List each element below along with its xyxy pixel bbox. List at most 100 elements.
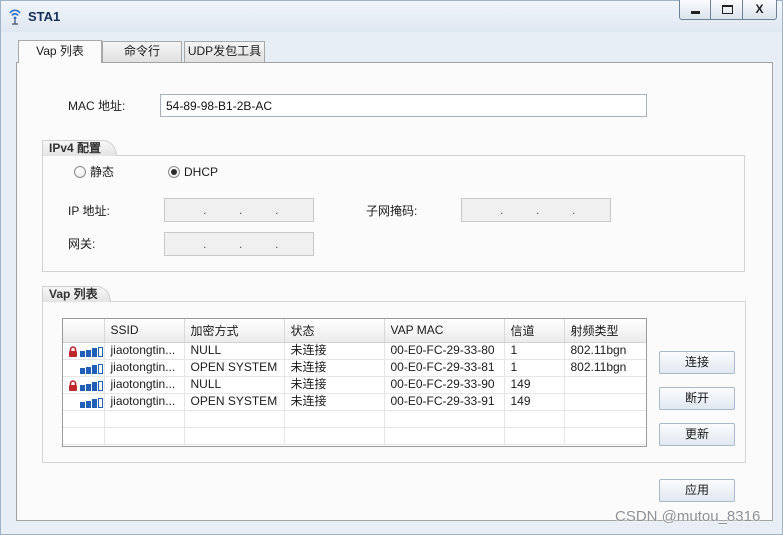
column-header-channel[interactable]: 信道 <box>504 319 565 343</box>
table-header-row: SSID 加密方式 状态 VAP MAC 信道 射频类型 <box>63 319 646 343</box>
minimize-button[interactable] <box>679 0 711 20</box>
empty-cell <box>384 410 505 428</box>
empty-cell <box>63 427 105 445</box>
cell-status: 未连接 <box>284 393 385 411</box>
gateway-field[interactable]: . . . <box>164 232 314 256</box>
column-header-status[interactable]: 状态 <box>284 319 385 343</box>
column-header-encryption[interactable]: 加密方式 <box>184 319 285 343</box>
row-icons <box>63 359 105 377</box>
window-title: STA1 <box>28 9 61 24</box>
watermark: CSDN @mutou_8316 <box>615 508 761 525</box>
title-bar[interactable] <box>1 1 782 32</box>
dhcp-radio-label[interactable]: DHCP <box>184 165 218 179</box>
row-icons <box>63 393 105 411</box>
lock-icon <box>69 345 77 357</box>
disconnect-button[interactable]: 断开 <box>659 387 735 410</box>
row-icons <box>63 376 105 394</box>
cell-channel: 149 <box>504 393 565 411</box>
ipv4-group-title: IPv4 配置 <box>42 140 117 156</box>
column-header-ssid[interactable]: SSID <box>104 319 185 343</box>
ip-separator: . <box>536 203 540 217</box>
cell-radio-type <box>564 376 646 394</box>
table-row-empty <box>63 427 646 445</box>
ip-separator: . <box>203 237 207 251</box>
empty-cell <box>564 427 646 445</box>
cell-vap-mac: 00-E0-FC-29-33-91 <box>384 393 505 411</box>
ip-separator: . <box>500 203 504 217</box>
empty-cell <box>564 410 646 428</box>
table-row-empty <box>63 410 646 428</box>
dhcp-radio[interactable] <box>168 166 180 178</box>
signal-strength-icon <box>80 346 103 357</box>
subnet-mask-field[interactable]: . . . <box>461 198 611 222</box>
ip-separator: . <box>239 203 243 217</box>
cell-ssid: jiaotongtin... <box>104 359 185 377</box>
tab-udp-tool[interactable]: UDP发包工具 <box>184 41 265 62</box>
signal-strength-icon <box>80 397 103 408</box>
cell-channel: 149 <box>504 376 565 394</box>
column-header-vap-mac[interactable]: VAP MAC <box>384 319 505 343</box>
ip-separator: . <box>275 237 279 251</box>
maximize-button[interactable] <box>710 0 743 20</box>
table-row[interactable]: jiaotongtin... OPEN SYSTEM 未连接 00-E0-FC-… <box>63 359 646 377</box>
vap-table[interactable]: SSID 加密方式 状态 VAP MAC 信道 射频类型 jiaotongtin… <box>62 318 647 447</box>
empty-cell <box>104 410 185 428</box>
cell-encryption: OPEN SYSTEM <box>184 393 285 411</box>
table-row[interactable]: jiaotongtin... NULL 未连接 00-E0-FC-29-33-8… <box>63 342 646 360</box>
signal-strength-icon <box>80 380 103 391</box>
empty-cell <box>504 427 565 445</box>
column-header-radio-type[interactable]: 射频类型 <box>564 319 646 343</box>
tab-command-line[interactable]: 命令行 <box>102 41 182 62</box>
cell-radio-type <box>564 393 646 411</box>
empty-cell <box>184 410 285 428</box>
gateway-label: 网关: <box>68 237 96 251</box>
cell-channel: 1 <box>504 359 565 377</box>
empty-cell <box>63 410 105 428</box>
ip-separator: . <box>203 203 207 217</box>
row-icons <box>63 342 105 360</box>
vap-group-title: Vap 列表 <box>42 286 111 302</box>
cell-ssid: jiaotongtin... <box>104 393 185 411</box>
empty-cell <box>504 410 565 428</box>
cell-vap-mac: 00-E0-FC-29-33-90 <box>384 376 505 394</box>
static-radio[interactable] <box>74 166 86 178</box>
minimize-icon <box>691 11 700 14</box>
mac-address-field[interactable] <box>160 94 647 117</box>
tab-vap-list[interactable]: Vap 列表 <box>18 40 102 63</box>
cell-ssid: jiaotongtin... <box>104 342 185 360</box>
cell-vap-mac: 00-E0-FC-29-33-81 <box>384 359 505 377</box>
mac-label: MAC 地址: <box>68 99 126 113</box>
cell-status: 未连接 <box>284 376 385 394</box>
static-radio-label[interactable]: 静态 <box>90 165 114 179</box>
connect-button[interactable]: 连接 <box>659 351 735 374</box>
cell-status: 未连接 <box>284 342 385 360</box>
cell-ssid: jiaotongtin... <box>104 376 185 394</box>
refresh-button[interactable]: 更新 <box>659 423 735 446</box>
maximize-icon <box>722 5 733 14</box>
empty-cell <box>184 427 285 445</box>
cell-encryption: NULL <box>184 342 285 360</box>
cell-radio-type: 802.11bgn <box>564 342 646 360</box>
empty-cell <box>384 427 505 445</box>
ip-separator: . <box>572 203 576 217</box>
empty-cell <box>284 410 385 428</box>
apply-button[interactable]: 应用 <box>659 479 735 502</box>
subnet-mask-label: 子网掩码: <box>366 204 418 218</box>
empty-cell <box>284 427 385 445</box>
table-row[interactable]: jiaotongtin... OPEN SYSTEM 未连接 00-E0-FC-… <box>63 393 646 411</box>
cell-encryption: OPEN SYSTEM <box>184 359 285 377</box>
cell-vap-mac: 00-E0-FC-29-33-80 <box>384 342 505 360</box>
table-row[interactable]: jiaotongtin... NULL 未连接 00-E0-FC-29-33-9… <box>63 376 646 394</box>
cell-encryption: NULL <box>184 376 285 394</box>
close-button[interactable]: X <box>742 0 777 20</box>
radio-selected-dot <box>171 169 177 175</box>
ip-separator: . <box>275 203 279 217</box>
cell-status: 未连接 <box>284 359 385 377</box>
ip-separator: . <box>239 237 243 251</box>
cell-channel: 1 <box>504 342 565 360</box>
column-header-icons[interactable] <box>63 319 105 343</box>
lock-icon <box>69 379 77 391</box>
ip-address-field[interactable]: . . . <box>164 198 314 222</box>
station-wifi-icon <box>9 9 21 25</box>
ip-address-label: IP 地址: <box>68 204 110 218</box>
